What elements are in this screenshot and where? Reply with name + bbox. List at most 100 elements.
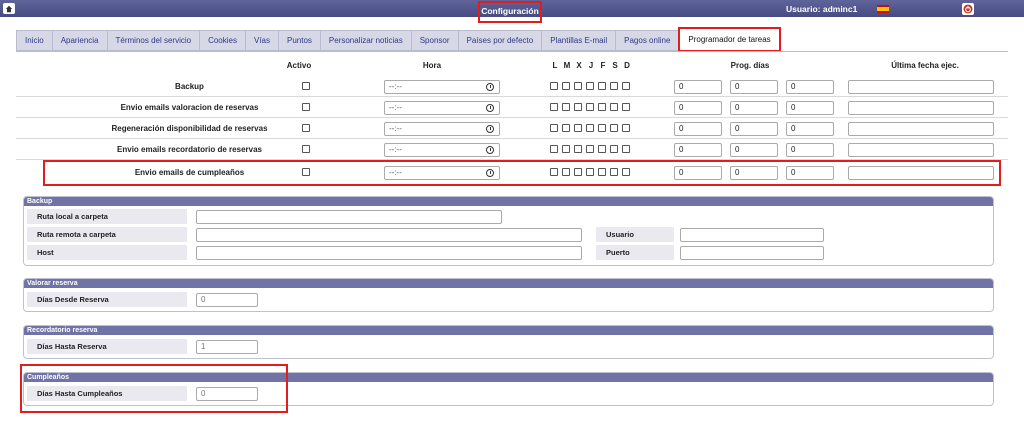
clock-icon (486, 125, 494, 133)
activo-checkbox[interactable] (302, 82, 310, 90)
day-checkbox-d[interactable] (622, 82, 630, 90)
day-checkbox-d[interactable] (622, 145, 630, 153)
column-day-s: S (612, 61, 618, 70)
prog-days-input-2[interactable]: 0 (730, 80, 778, 94)
column-ultima-fecha: Última fecha ejec. (891, 61, 959, 70)
tab-terminos[interactable]: Términos del servicio (106, 30, 200, 51)
day-checkbox-f[interactable] (598, 103, 606, 111)
tab-bar: Inicio Apariencia Términos del servicio … (16, 27, 781, 52)
hora-value: --:-- (389, 103, 402, 112)
day-checkbox-x[interactable] (574, 82, 582, 90)
prog-days-input-1[interactable]: 0 (674, 143, 722, 157)
day-checkbox-j[interactable] (586, 103, 594, 111)
column-prog-dias: Prog. días (730, 61, 770, 70)
day-checkbox-j[interactable] (586, 82, 594, 90)
dias-hasta-reserva-input[interactable]: 1 (196, 340, 258, 354)
column-hora: Hora (422, 61, 442, 70)
prog-days-input-3[interactable]: 0 (786, 122, 834, 136)
hora-input[interactable]: --:-- (384, 143, 500, 157)
activo-checkbox[interactable] (302, 145, 310, 153)
day-checkbox-m[interactable] (562, 103, 570, 111)
hora-value: --:-- (389, 82, 402, 91)
prog-days-input-2[interactable]: 0 (730, 143, 778, 157)
page-title: Configuración (478, 1, 542, 23)
prog-days-input-2[interactable]: 0 (730, 101, 778, 115)
table-row: Envio emails recordatorio de reservas --… (16, 139, 1008, 160)
prog-days-input-1[interactable]: 0 (674, 80, 722, 94)
day-checkbox-s[interactable] (610, 124, 618, 132)
activo-checkbox[interactable] (302, 103, 310, 111)
day-checkbox-m[interactable] (562, 145, 570, 153)
day-checkbox-f[interactable] (598, 82, 606, 90)
column-day-l: L (552, 61, 558, 70)
prog-days-input-2[interactable]: 0 (730, 122, 778, 136)
hora-input[interactable]: --:-- (384, 80, 500, 94)
tab-programador-tareas[interactable]: Programador de tareas (678, 27, 781, 52)
tab-personalizar-noticias[interactable]: Personalizar noticias (319, 30, 411, 51)
user-label: Usuario: adminc1 (786, 4, 858, 14)
ruta-remota-label: Ruta remota a carpeta (27, 227, 187, 242)
day-checkbox-m[interactable] (562, 82, 570, 90)
clock-icon (486, 104, 494, 112)
home-icon[interactable] (3, 3, 15, 14)
day-checkbox-f[interactable] (598, 124, 606, 132)
column-day-j: J (588, 61, 594, 70)
prog-days-input-1[interactable]: 0 (674, 101, 722, 115)
ultima-fecha-input[interactable] (848, 143, 994, 157)
hora-input[interactable]: --:-- (384, 101, 500, 115)
ruta-remota-input[interactable] (196, 228, 582, 242)
dias-hasta-reserva-label: Días Hasta Reserva (27, 339, 187, 354)
day-checkbox-l[interactable] (550, 103, 558, 111)
day-checkbox-l[interactable] (550, 145, 558, 153)
tab-inicio[interactable]: Inicio (16, 30, 52, 51)
prog-days-input-3[interactable]: 0 (786, 143, 834, 157)
day-checkbox-s[interactable] (610, 145, 618, 153)
top-bar: Configuración Usuario: adminc1 (0, 0, 1024, 23)
column-day-x: X (576, 61, 582, 70)
tab-sponsor[interactable]: Sponsor (410, 30, 458, 51)
highlight-box-cumpleanos-row (43, 160, 1001, 186)
day-checkbox-d[interactable] (622, 103, 630, 111)
day-checkbox-x[interactable] (574, 103, 582, 111)
day-checkbox-l[interactable] (550, 124, 558, 132)
ultima-fecha-input[interactable] (848, 80, 994, 94)
tab-pagos-online[interactable]: Pagos online (615, 30, 679, 51)
puerto-input[interactable] (680, 246, 824, 260)
ultima-fecha-input[interactable] (848, 122, 994, 136)
hora-input[interactable]: --:-- (384, 122, 500, 136)
tab-vias[interactable]: Vías (244, 30, 278, 51)
tabs-divider (16, 51, 1008, 52)
day-checkbox-s[interactable] (610, 82, 618, 90)
day-checkbox-j[interactable] (586, 145, 594, 153)
tab-paises[interactable]: Países por defecto (457, 30, 542, 51)
dias-desde-reserva-input[interactable]: 0 (196, 293, 258, 307)
tab-cookies[interactable]: Cookies (199, 30, 245, 51)
prog-days-input-3[interactable]: 0 (786, 101, 834, 115)
table-row: Backup --:-- 0 0 0 (16, 76, 1008, 97)
task-label: Regeneración disponibilidad de reservas (111, 124, 268, 133)
day-checkbox-d[interactable] (622, 124, 630, 132)
column-day-f: F (600, 61, 606, 70)
ultima-fecha-input[interactable] (848, 101, 994, 115)
day-checkbox-l[interactable] (550, 82, 558, 90)
activo-checkbox[interactable] (302, 124, 310, 132)
day-checkbox-j[interactable] (586, 124, 594, 132)
spain-flag-icon[interactable] (877, 5, 889, 13)
prog-days-input-1[interactable]: 0 (674, 122, 722, 136)
ruta-local-input[interactable] (196, 210, 502, 224)
recordatorio-reserva-section: Recordatorio reserva Días Hasta Reserva … (23, 325, 994, 359)
day-checkbox-m[interactable] (562, 124, 570, 132)
tab-plantillas-email[interactable]: Plantillas E-mail (541, 30, 616, 51)
prog-days-input-3[interactable]: 0 (786, 80, 834, 94)
day-checkbox-f[interactable] (598, 145, 606, 153)
task-label: Backup (175, 82, 204, 91)
tab-apariencia[interactable]: Apariencia (51, 30, 107, 51)
usuario-input[interactable] (680, 228, 824, 242)
power-icon[interactable] (962, 3, 974, 15)
host-input[interactable] (196, 246, 582, 260)
day-checkbox-x[interactable] (574, 145, 582, 153)
day-checkbox-x[interactable] (574, 124, 582, 132)
tab-puntos[interactable]: Puntos (278, 30, 320, 51)
day-checkbox-s[interactable] (610, 103, 618, 111)
backup-section: Backup Ruta local a carpeta Ruta remota … (23, 196, 994, 266)
